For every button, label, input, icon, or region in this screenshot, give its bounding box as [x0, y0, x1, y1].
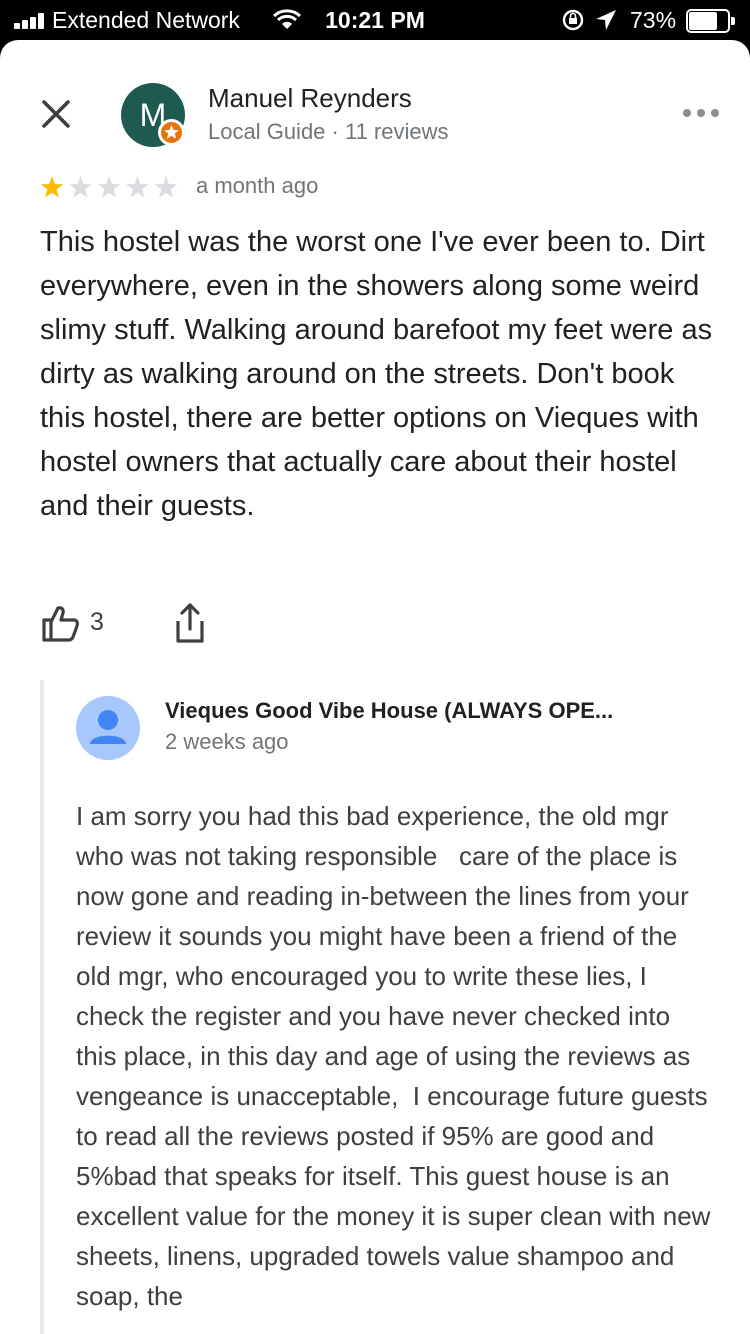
rotation-lock-icon	[562, 9, 584, 31]
star-empty-icon	[126, 176, 149, 198]
location-icon	[596, 10, 616, 30]
owner-name: Vieques Good Vibe House (ALWAYS OPE...	[165, 698, 614, 723]
review-text: This hostel was the worst one I've ever …	[40, 226, 713, 522]
review-date: a month ago	[196, 173, 319, 198]
owner-avatar[interactable]	[76, 696, 140, 760]
star-empty-icon	[97, 176, 121, 198]
like-count: 3	[90, 608, 104, 636]
battery-icon	[686, 9, 736, 33]
share-icon[interactable]	[170, 601, 210, 645]
star-empty-icon	[69, 176, 92, 198]
star-empty-icon	[154, 176, 178, 198]
battery-percent: 73%	[630, 7, 677, 33]
reviewer-name[interactable]: Manuel Reynders	[208, 82, 412, 114]
thumbs-up-icon[interactable]	[40, 602, 82, 644]
close-icon[interactable]	[36, 94, 76, 134]
star-filled-icon	[40, 176, 64, 198]
owner-reply-text: I am sorry you had this bad experience, …	[76, 801, 718, 1311]
reply-divider	[40, 680, 44, 1334]
star-rating	[40, 176, 178, 198]
more-icon[interactable]	[683, 103, 719, 123]
local-guide-badge-icon	[158, 119, 185, 146]
status-bar: Extended Network 10:21 PM 73%	[0, 0, 750, 40]
review-sheet: M Manuel Reynders Local Guide · 11 revie…	[0, 40, 750, 1334]
reviewer-meta: Local Guide · 11 reviews	[208, 119, 449, 144]
owner-reply-date: 2 weeks ago	[165, 729, 289, 754]
person-icon	[90, 710, 126, 744]
